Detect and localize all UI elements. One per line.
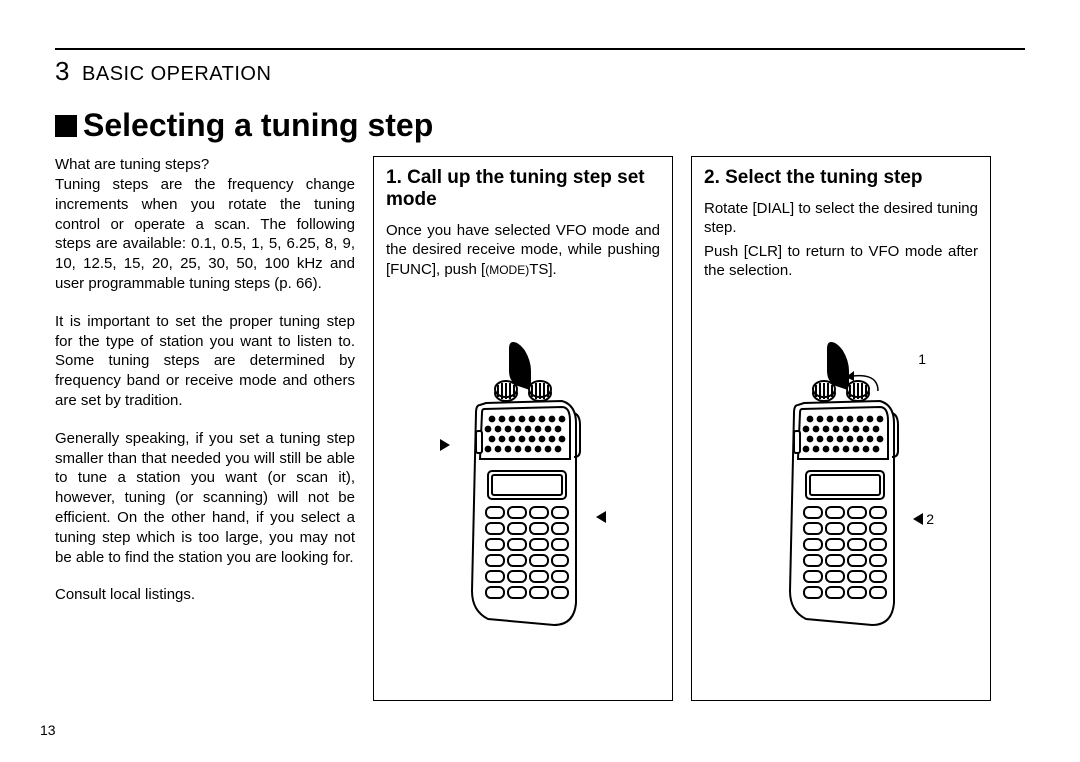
intro-p2: It is important to set the proper tuning… — [55, 312, 355, 411]
callout-2: 2 — [913, 511, 934, 527]
step1-title: 1. Call up the tuning step set mode — [386, 167, 660, 211]
radio-icon — [458, 341, 588, 631]
callout-1: 1 — [918, 351, 926, 367]
chapter-label: BASIC OPERATION — [82, 63, 271, 85]
callout-2-arrow-icon — [913, 513, 923, 525]
section-title: Selecting a tuning step — [55, 107, 1025, 144]
title-square-icon — [55, 115, 77, 137]
intro-column: What are tuning steps? Tuning steps are … — [55, 156, 355, 701]
page-number: 13 — [40, 722, 56, 738]
chapter-number: 3 — [55, 56, 70, 86]
chapter-header: 3 BASIC OPERATION — [55, 56, 1025, 87]
step1-box: 1. Call up the tuning step set mode Once… — [373, 156, 673, 701]
step2-text1: Rotate [DIAL] to select the desired tuni… — [704, 199, 978, 238]
callout-2-label: 2 — [926, 511, 934, 527]
step2-text2: Push [CLR] to return to VFO mode after t… — [704, 242, 978, 281]
step2-box: 2. Select the tuning step Rotate [DIAL] … — [691, 156, 991, 701]
step2-illustration: 1 2 — [704, 285, 978, 688]
func-arrow-icon — [440, 439, 450, 451]
columns: What are tuning steps? Tuning steps are … — [55, 156, 1025, 701]
step1-text: Once you have selected VFO mode and the … — [386, 221, 660, 280]
intro-p3: Generally speaking, if you set a tuning … — [55, 429, 355, 568]
mode-arrow-icon — [596, 511, 606, 523]
step1-text-mode: (MODE) — [485, 263, 529, 277]
step2-column: 2. Select the tuning step Rotate [DIAL] … — [691, 156, 991, 701]
top-rule — [55, 48, 1025, 50]
step1-text-b: TS]. — [529, 261, 557, 278]
step1-illustration — [386, 283, 660, 688]
manual-page: 3 BASIC OPERATION Selecting a tuning ste… — [0, 0, 1080, 762]
radio-icon — [776, 341, 906, 631]
intro-p1: Tuning steps are the frequency change in… — [55, 175, 355, 294]
intro-question: What are tuning steps? — [55, 156, 355, 173]
step2-title: 2. Select the tuning step — [704, 167, 978, 189]
title-text: Selecting a tuning step — [83, 107, 433, 144]
step1-column: 1. Call up the tuning step set mode Once… — [373, 156, 673, 701]
intro-p4: Consult local listings. — [55, 585, 355, 605]
